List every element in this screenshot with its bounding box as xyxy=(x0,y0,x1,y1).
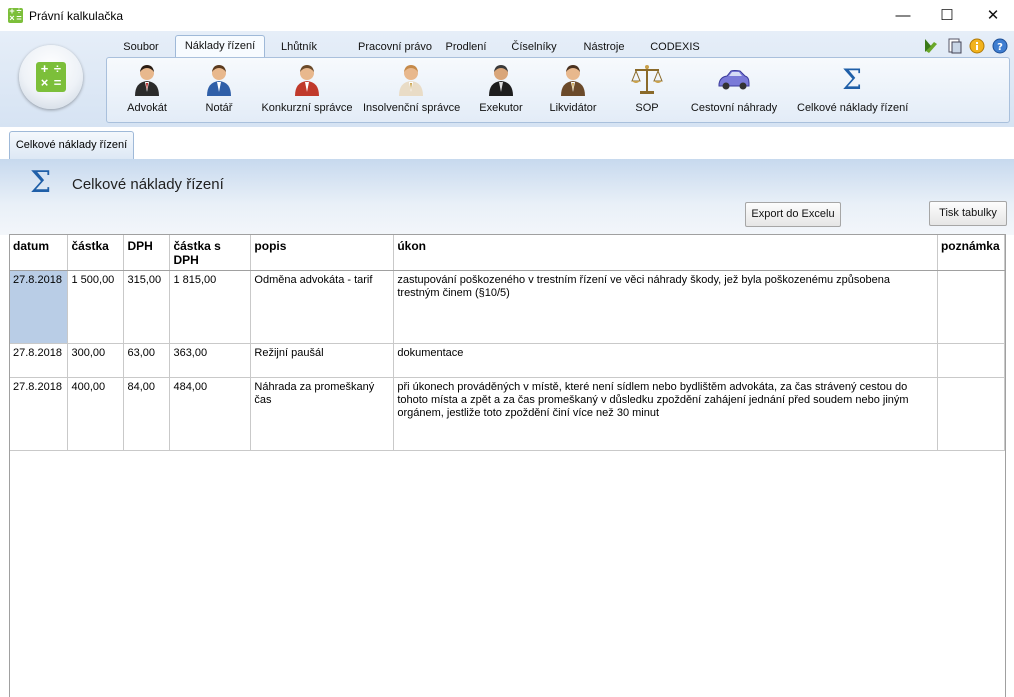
person-red-icon xyxy=(295,65,319,96)
export-excel-button[interactable]: Export do Excelu xyxy=(745,202,841,227)
cell-castka-s-dph[interactable]: 484,00 xyxy=(169,377,252,451)
insolvencni-spravce-label: Insolvenční správce xyxy=(363,102,461,114)
info-icon[interactable] xyxy=(969,38,985,54)
column-header-datum[interactable]: datum xyxy=(10,235,69,271)
sop-button[interactable]: SOP xyxy=(627,62,667,114)
cell-ukon[interactable]: dokumentace xyxy=(393,343,938,378)
sigma-icon: Σ xyxy=(842,63,862,96)
page-title: Celkové náklady řízení xyxy=(72,176,224,193)
advokat-label: Advokát xyxy=(127,102,167,114)
maximize-button[interactable]: ☐ xyxy=(924,0,970,31)
konkurzni-spravce-label: Konkurzní správce xyxy=(261,102,353,114)
cell-dph[interactable]: 63,00 xyxy=(123,343,171,378)
close-button[interactable]: ✕ xyxy=(970,0,1014,31)
title-bar: + ÷ × = Právní kalkulačka — ☐ ✕ xyxy=(0,0,1014,32)
cell-popis[interactable]: Náhrada za promeškaný čas xyxy=(250,377,395,451)
cell-ukon[interactable]: při úkonech prováděných v místě, které n… xyxy=(393,377,938,451)
document-tab[interactable]: Celkové náklady řízení xyxy=(9,131,134,159)
cell-castka[interactable]: 1 500,00 xyxy=(67,270,125,344)
cell-castka-s-dph[interactable]: 1 815,00 xyxy=(169,270,252,344)
app-menu-button[interactable]: + ÷ × = xyxy=(19,45,83,109)
calculator-app-icon: + ÷ × = xyxy=(8,6,23,23)
cell-castka[interactable]: 300,00 xyxy=(67,343,125,378)
car-icon xyxy=(718,70,750,90)
cestovni-nahrady-label: Cestovní náhrady xyxy=(690,102,778,114)
column-header-ukon[interactable]: úkon xyxy=(393,235,938,271)
celkove-naklady-rizeni-label: Celkové náklady řízení xyxy=(797,102,909,114)
table-row[interactable]: 27.8.2018 400,00 84,00 484,00 Náhrada za… xyxy=(10,377,1006,451)
edit-icon[interactable] xyxy=(924,38,940,54)
cell-castka-s-dph[interactable]: 363,00 xyxy=(169,343,252,378)
advokat-button[interactable]: Advokát xyxy=(117,62,177,114)
cell-popis[interactable]: Odměna advokáta - tarif xyxy=(250,270,395,344)
sigma-icon: Σ xyxy=(30,165,52,200)
tab-prodleni[interactable]: Prodlení xyxy=(439,37,493,57)
minimize-button[interactable]: — xyxy=(880,0,926,31)
likvidator-button[interactable]: Likvidátor xyxy=(543,62,603,114)
cestovni-nahrady-button[interactable]: Cestovní náhrady xyxy=(689,62,779,114)
cell-castka[interactable]: 400,00 xyxy=(67,377,125,451)
tab-nastroje[interactable]: Nástroje xyxy=(576,37,632,57)
tab-codexis[interactable]: CODEXIS xyxy=(647,37,703,57)
cell-datum[interactable]: 27.8.2018 xyxy=(10,377,69,451)
scales-icon xyxy=(631,65,663,94)
cell-dph[interactable]: 315,00 xyxy=(123,270,171,344)
cell-datum[interactable]: 27.8.2018 xyxy=(10,343,69,378)
cell-poznamka[interactable] xyxy=(937,343,1006,378)
cell-datum[interactable]: 27.8.2018 xyxy=(10,270,69,344)
person-notary-icon xyxy=(207,65,231,96)
likvidator-label: Likvidátor xyxy=(549,102,597,114)
cell-popis[interactable]: Režijní paušál xyxy=(250,343,395,378)
table-row[interactable]: 27.8.2018 1 500,00 315,00 1 815,00 Odměn… xyxy=(10,270,1006,344)
celkove-naklady-rizeni-button[interactable]: Σ Celkové náklady řízení xyxy=(797,62,909,114)
person-lawyer-icon xyxy=(135,65,159,96)
table-row[interactable]: 27.8.2018 300,00 63,00 363,00 Režijní pa… xyxy=(10,343,1006,378)
insolvencni-spravce-button[interactable]: Insolvenční správce xyxy=(363,62,461,114)
person-dark-icon xyxy=(489,65,513,96)
cost-table: datum částka DPH částka s DPH popis úkon… xyxy=(10,235,1006,451)
column-header-dph[interactable]: DPH xyxy=(123,235,171,271)
tab-pracovni-pravo[interactable]: Pracovní právo xyxy=(337,37,453,57)
ribbon: + ÷ × = Soubor Náklady řízení Lhůtník Praco… xyxy=(0,31,1014,127)
help-icon[interactable]: ? xyxy=(992,38,1008,54)
cost-table-container: datum částka DPH částka s DPH popis úkon… xyxy=(9,234,1006,697)
person-brown-icon xyxy=(561,65,585,96)
tab-lhutnik[interactable]: Lhůtník xyxy=(271,37,327,57)
column-header-popis[interactable]: popis xyxy=(250,235,395,271)
cell-dph[interactable]: 84,00 xyxy=(123,377,171,451)
exekutor-label: Exekutor xyxy=(479,102,523,114)
cell-ukon[interactable]: zastupování poškozeného v trestním řízen… xyxy=(393,270,938,344)
exekutor-button[interactable]: Exekutor xyxy=(475,62,527,114)
sop-label: SOP xyxy=(635,102,659,114)
document-tab-strip: Celkové náklady řízení xyxy=(0,127,1014,159)
ribbon-panel: Advokát Notář Konkurzní správce Insolven… xyxy=(106,57,1010,123)
notar-button[interactable]: Notář xyxy=(193,62,245,114)
document-icon[interactable] xyxy=(947,38,963,54)
column-header-poznamka[interactable]: poznámka xyxy=(937,235,1006,271)
konkurzni-spravce-button[interactable]: Konkurzní správce xyxy=(261,62,353,114)
column-header-castka-s-dph[interactable]: částka s DPH xyxy=(169,235,252,271)
content-header: Σ Celkové náklady řízení Export do Excel… xyxy=(0,159,1014,235)
cell-poznamka[interactable] xyxy=(937,270,1006,344)
tab-ciselniky[interactable]: Číselníky xyxy=(506,37,562,57)
column-header-castka[interactable]: částka xyxy=(67,235,125,271)
window-title: Právní kalkulačka xyxy=(29,9,124,23)
notar-label: Notář xyxy=(205,102,233,114)
tab-naklady-rizeni[interactable]: Náklady řízení xyxy=(175,35,265,58)
svg-text:Σ: Σ xyxy=(842,63,862,96)
print-table-button[interactable]: Tisk tabulky xyxy=(929,201,1007,226)
svg-text:?: ? xyxy=(997,42,1003,53)
cell-poznamka[interactable] xyxy=(937,377,1006,451)
calculator-icon: + ÷ × = xyxy=(36,62,66,92)
table-header-row: datum částka DPH částka s DPH popis úkon… xyxy=(10,235,1006,271)
tab-soubor[interactable]: Soubor xyxy=(113,37,169,57)
person-beige-icon xyxy=(399,65,423,96)
